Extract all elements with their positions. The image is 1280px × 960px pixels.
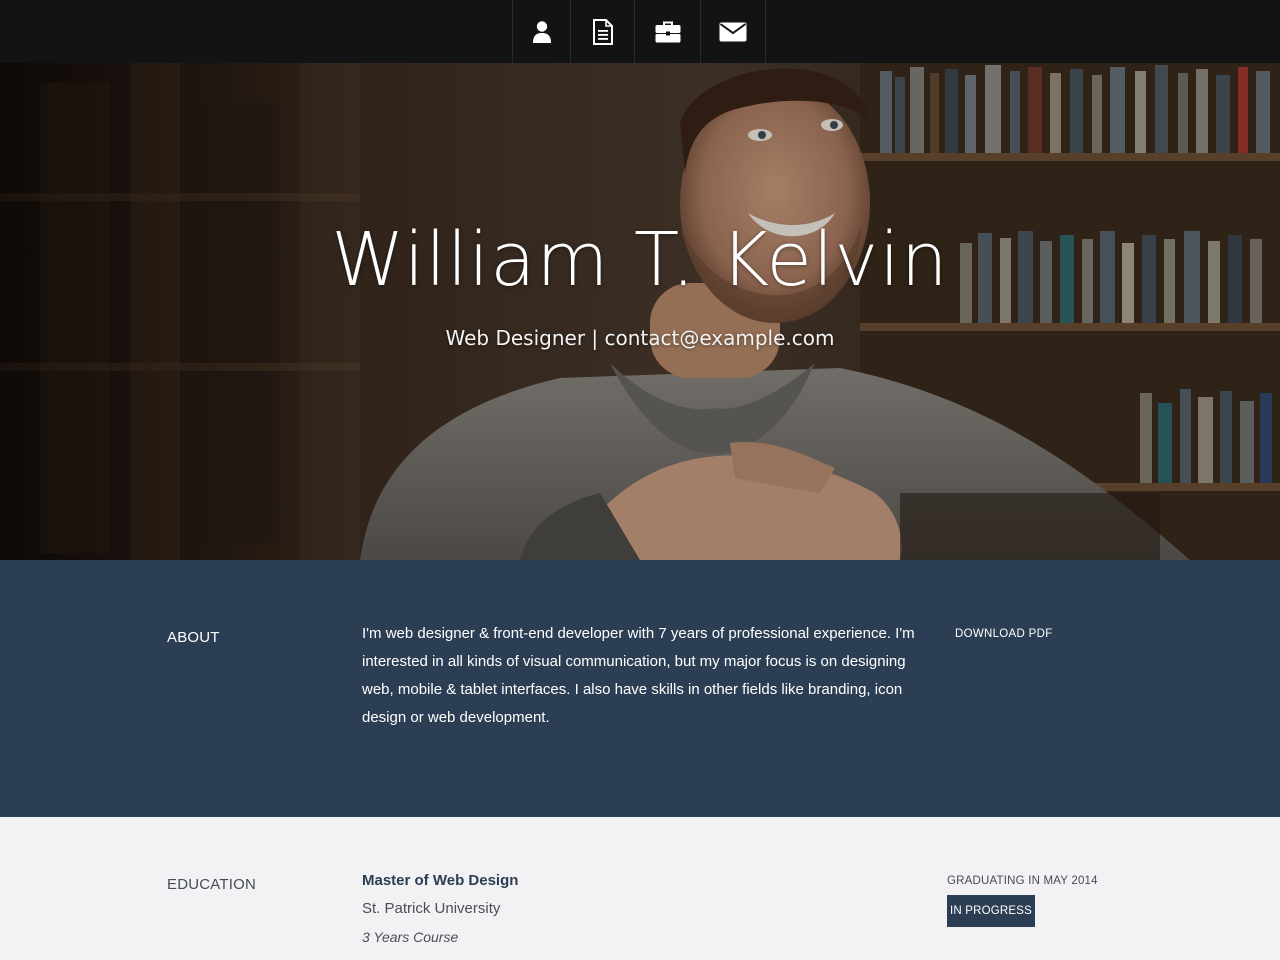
education-section: EDUCATION Master of Web Design St. Patri… (0, 817, 1280, 960)
hero-name-heading: William T. Kelvin (331, 217, 949, 303)
briefcase-icon (655, 21, 680, 42)
education-school: St. Patrick University (362, 900, 501, 917)
education-course-length: 3 Years Course (362, 929, 459, 945)
top-navigation (0, 0, 1280, 63)
education-label: EDUCATION (167, 876, 257, 893)
hero-banner: William T. Kelvin Web Designer | contact… (0, 63, 1280, 560)
about-label: ABOUT (167, 629, 220, 646)
about-section: ABOUT I'm web designer & front-end devel… (0, 560, 1280, 817)
nav-about-button[interactable] (513, 0, 571, 63)
user-icon (532, 20, 551, 43)
about-text: I'm web designer & front-end developer w… (362, 625, 915, 726)
status-badge: IN PROGRESS (947, 895, 1035, 927)
nav-icon-group (512, 0, 766, 63)
education-degree: Master of Web Design (362, 872, 519, 889)
nav-contact-button[interactable] (701, 0, 766, 63)
envelope-icon (719, 22, 747, 41)
nav-portfolio-button[interactable] (635, 0, 701, 63)
education-graduation-date: GRADUATING IN MAY 2014 (947, 875, 1098, 887)
nav-resume-button[interactable] (571, 0, 635, 63)
hero-overlay (0, 63, 1280, 560)
download-pdf-link[interactable]: DOWNLOAD PDF (955, 628, 1053, 640)
hero-subtitle: Web Designer | contact@example.com (445, 326, 835, 350)
document-icon (592, 18, 613, 45)
